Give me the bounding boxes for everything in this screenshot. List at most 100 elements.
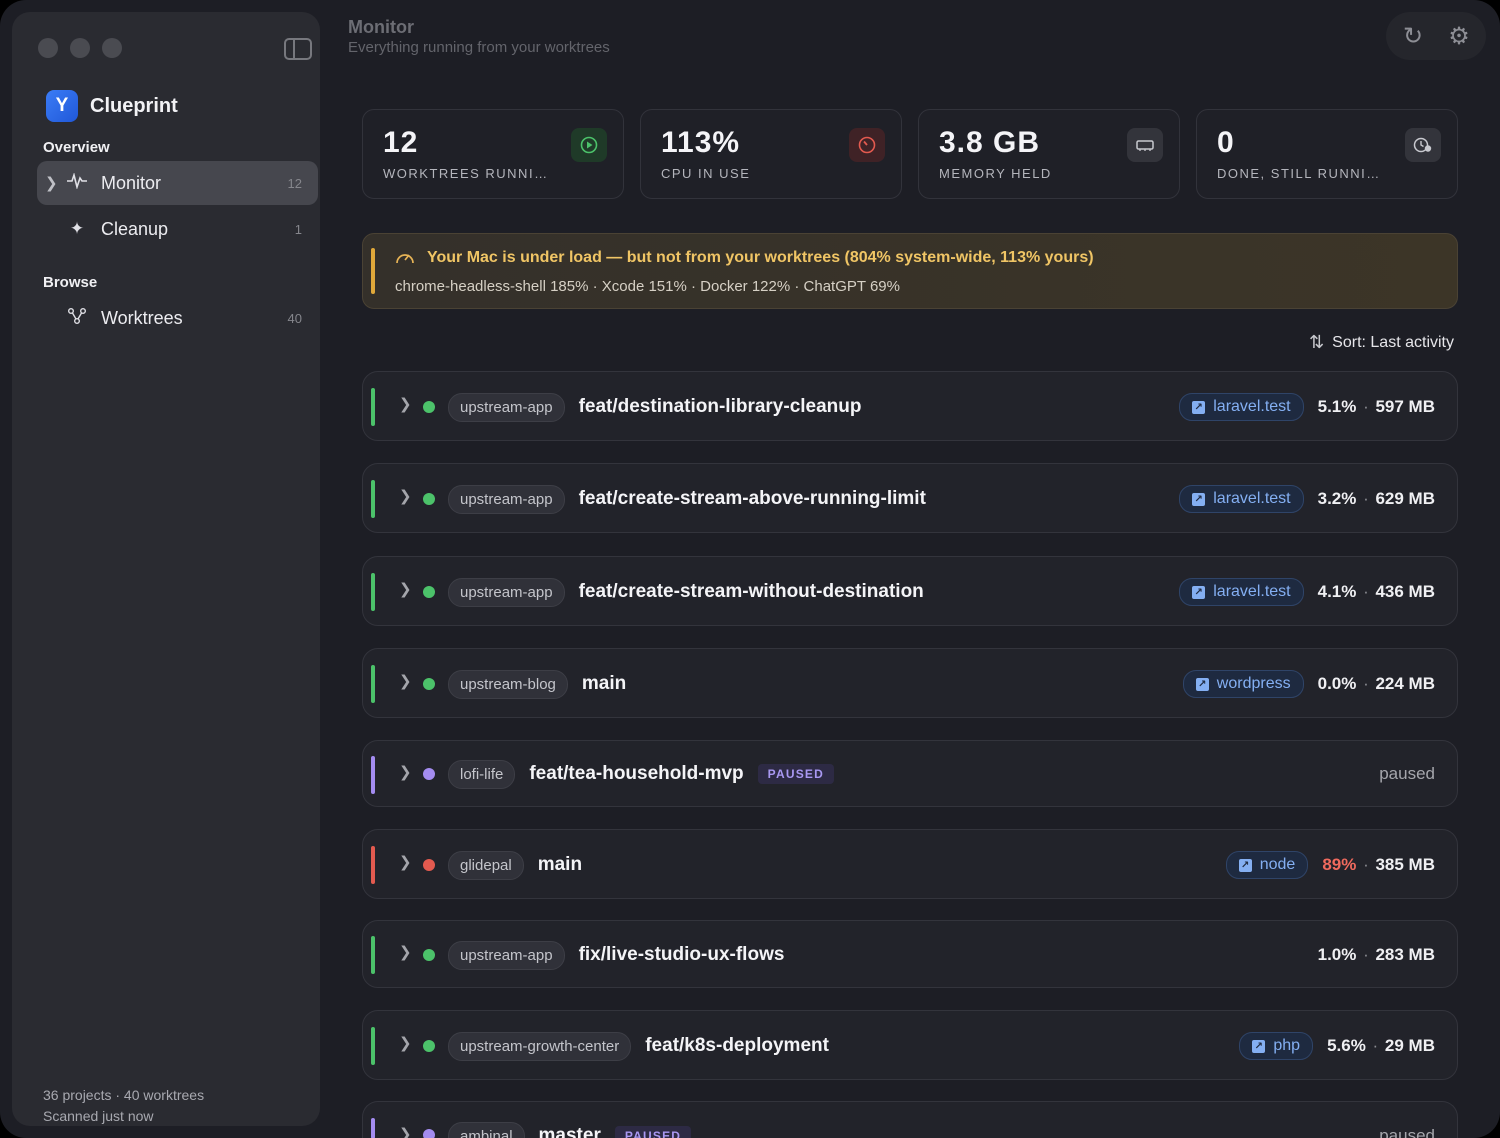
row-accent-bar [371,846,375,884]
status-dot [423,949,435,961]
separator: · [1358,674,1374,693]
branch-name: master [538,1125,601,1138]
paused-badge: PAUSED [757,764,834,784]
pulse-icon [65,171,89,194]
sidebar-item-monitor[interactable]: ❯ Monitor 12 [37,161,318,205]
toolbar: ↻ ⚙ [1386,12,1486,60]
minimize-window-button[interactable] [70,38,90,58]
refresh-icon[interactable]: ↻ [1393,22,1433,51]
worktree-row[interactable]: ❯ upstream-blog main ↗ wordpress 0.0% · 2… [362,648,1458,718]
sidebar-item-count: 1 [294,221,302,237]
worktree-row[interactable]: ❯ upstream-app feat/destination-library-… [362,371,1458,441]
memory-value: 224 MB [1375,674,1435,693]
external-link-icon: ↗ [1192,400,1206,414]
branch-name: fix/live-studio-ux-flows [578,944,785,965]
host-link[interactable]: ↗ php [1239,1032,1314,1060]
sidebar-toggle-icon[interactable] [284,38,312,60]
sparkle-icon: ✦ [69,219,85,238]
worktree-row[interactable]: ❯ ambinal master PAUSED paused [362,1101,1458,1138]
row-accent-bar [371,936,375,974]
memory-value: 629 MB [1375,489,1435,508]
memory-value: 597 MB [1375,397,1435,416]
sidebar-footer: 36 projects · 40 worktrees Scanned just … [43,1085,204,1127]
worktree-row[interactable]: ❯ upstream-app fix/live-studio-ux-flows … [362,920,1458,988]
separator: · [1358,582,1374,601]
chevron-right-icon[interactable]: ❯ [45,174,58,192]
host-label: node [1259,856,1296,873]
chevron-right-icon[interactable]: ❯ [399,487,412,505]
project-pill: upstream-growth-center [448,1031,632,1061]
page-title: Monitor [348,17,414,37]
cpu-value: 89% [1322,855,1357,874]
host-link[interactable]: ↗ node [1225,851,1309,879]
host-link[interactable]: ↗ laravel.test [1179,485,1304,513]
worktree-row[interactable]: ❯ upstream-growth-center feat/k8s-deploy… [362,1010,1458,1080]
sort-label: Sort: Last activity [1332,333,1454,351]
branch-name: feat/k8s-deployment [645,1035,829,1056]
project-summary: 36 projects · 40 worktrees [43,1087,205,1103]
stat-label: CPU IN USE [661,166,751,181]
chevron-right-icon[interactable]: ❯ [399,943,412,961]
chevron-right-icon[interactable]: ❯ [399,1034,412,1052]
external-link-icon: ↗ [1252,1039,1266,1053]
close-window-button[interactable] [38,38,58,58]
host-link[interactable]: ↗ laravel.test [1179,578,1304,606]
project-pill: glidepal [448,850,524,880]
memory-value: 283 MB [1375,945,1435,964]
status-dot [423,586,435,598]
alert-detail: chrome-headless-shell 185% · Xcode 151% … [395,278,900,295]
brand: Y Clueprint [46,90,178,122]
sidebar-item-cleanup[interactable]: ✦ Cleanup 1 [37,207,318,251]
scan-status: Scanned just now [43,1108,154,1124]
cpu-value: 1.0% [1317,945,1357,964]
project-pill: lofi-life [448,759,516,789]
row-accent-bar [371,1118,375,1138]
sidebar-item-label: Monitor [101,172,162,193]
memory-value: 29 MB [1384,1036,1435,1055]
row-accent-bar [371,388,375,426]
project-pill: upstream-app [448,392,565,422]
stat-value: 0 [1217,126,1235,159]
host-label: laravel.test [1213,490,1291,507]
sort-button[interactable]: ⇅ Sort: Last activity [1309,332,1454,353]
play-icon [571,128,607,162]
stat-label: MEMORY HELD [939,166,1052,181]
worktree-row[interactable]: ❯ glidepal main ↗ node 89% · 385 MB [362,829,1458,899]
project-pill: ambinal [448,1121,525,1138]
speedometer-icon [395,249,415,270]
worktree-row[interactable]: ❯ upstream-app feat/create-stream-withou… [362,556,1458,626]
worktree-row[interactable]: ❯ upstream-app feat/create-stream-above-… [362,463,1458,533]
row-accent-bar [371,756,375,794]
separator: · [1358,489,1374,508]
resource-metrics: 1.0% · 283 MB [1318,945,1435,965]
cpu-value: 3.2% [1317,489,1357,508]
separator: · [1358,855,1374,874]
sidebar-item-label: Worktrees [101,307,183,328]
resource-metrics: 5.6% · 29 MB [1327,1036,1435,1056]
branch-name: feat/create-stream-above-running-limit [578,488,926,509]
chevron-right-icon[interactable]: ❯ [399,395,412,413]
section-title-overview: Overview [43,139,110,156]
chevron-right-icon[interactable]: ❯ [399,672,412,690]
stat-value: 113% [661,126,741,159]
page-subtitle: Everything running from your worktrees [348,39,610,56]
chevron-right-icon[interactable]: ❯ [399,1125,412,1138]
chevron-right-icon[interactable]: ❯ [399,580,412,598]
brand-name: Clueprint [90,94,178,117]
chevron-right-icon[interactable]: ❯ [399,763,412,781]
worktree-row[interactable]: ❯ lofi-life feat/tea-household-mvp PAUSE… [362,740,1458,807]
zoom-window-button[interactable] [102,38,122,58]
external-link-icon: ↗ [1192,585,1206,599]
stat-card-cpu: 113% CPU IN USE [640,109,902,199]
row-accent-bar [371,573,375,611]
host-link[interactable]: ↗ wordpress [1182,670,1304,698]
sidebar-item-count: 12 [287,175,302,191]
sidebar-item-worktrees[interactable]: Worktrees 40 [37,296,318,340]
gear-icon[interactable]: ⚙ [1439,22,1479,51]
stat-label: DONE, STILL RUNNING [1217,166,1387,181]
resource-metrics: 89% · 385 MB [1322,855,1435,875]
host-link[interactable]: ↗ laravel.test [1179,393,1304,421]
status-dot [423,678,435,690]
chevron-right-icon[interactable]: ❯ [399,853,412,871]
branch-logo-icon: Y [46,90,78,122]
